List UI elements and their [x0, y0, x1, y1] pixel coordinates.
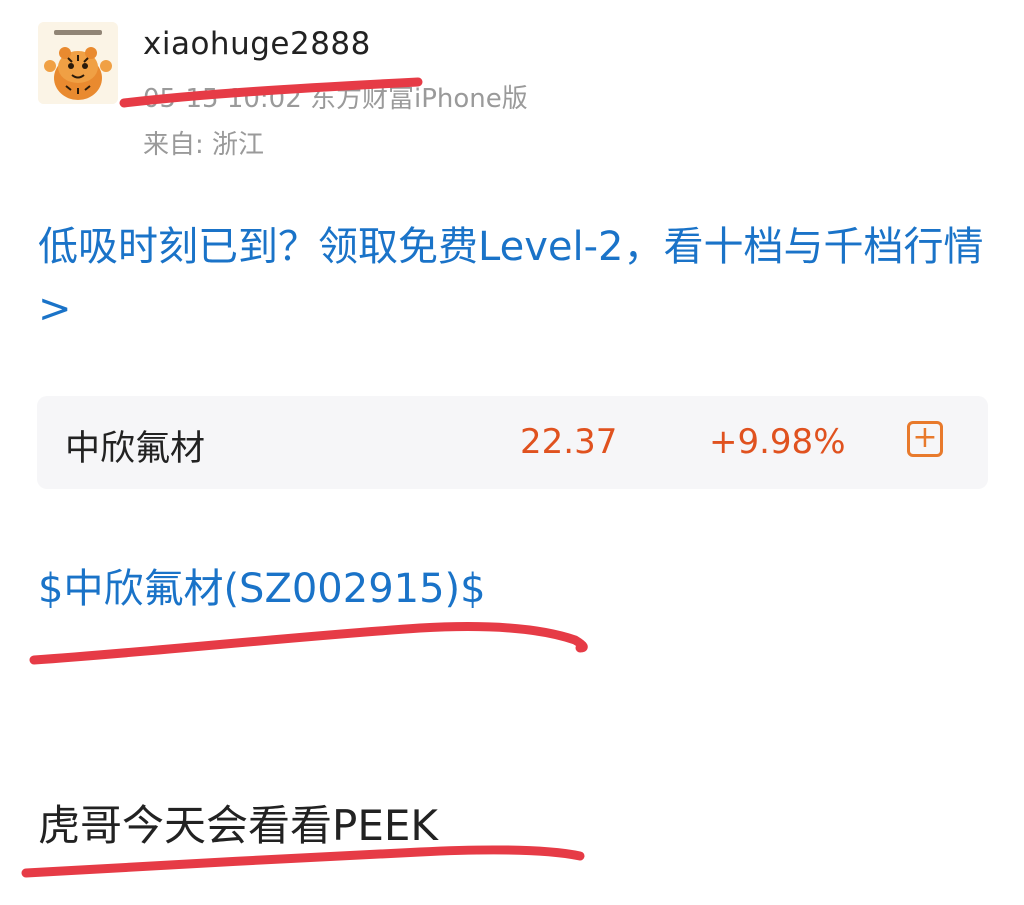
- post-location: 来自: 浙江: [143, 130, 265, 160]
- add-to-watchlist-icon[interactable]: +: [907, 421, 943, 457]
- post-body-text: 虎哥今天会看看PEEK: [38, 801, 438, 850]
- stock-quote-card[interactable]: 中欣氟材 22.37 +9.98% +: [37, 396, 988, 489]
- stock-price: 22.37: [520, 422, 618, 462]
- stock-tag-link[interactable]: $中欣氟材(SZ002915)$: [38, 556, 486, 614]
- underline-stock-link: [29, 622, 588, 665]
- underline-post-text: [21, 845, 585, 878]
- level2-promo-link[interactable]: 低吸时刻已到？领取免费Level-2，看十档与千档行情>: [38, 216, 988, 340]
- stock-name: 中欣氟材: [65, 429, 206, 469]
- username[interactable]: xiaohuge2888: [143, 26, 371, 62]
- post-meta: 05-15 10:02 东方财富iPhone版: [143, 84, 528, 114]
- tiger-avatar-icon: [38, 22, 118, 104]
- stock-change: +9.98%: [709, 422, 846, 462]
- post-view: xiaohuge2888 05-15 10:02 东方财富iPhone版 来自:…: [0, 0, 1024, 905]
- user-avatar[interactable]: [38, 22, 118, 104]
